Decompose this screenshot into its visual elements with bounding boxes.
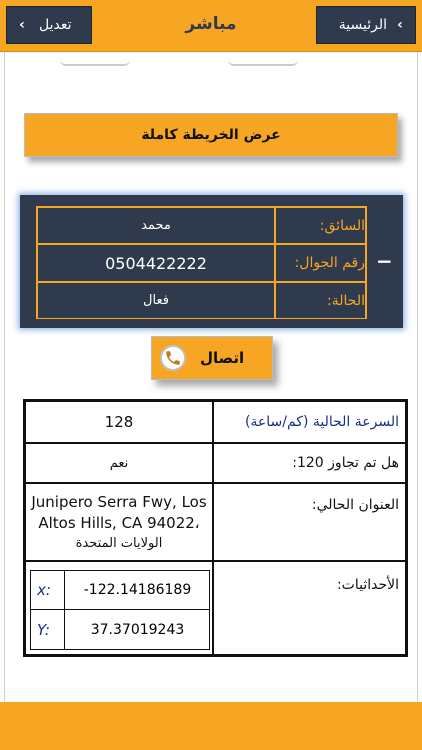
driver-row-status: الحالة: فعال [37, 282, 366, 319]
exceeded-label: هل تم تجاوز 120: [292, 455, 399, 471]
call-button[interactable]: اتصال [151, 336, 273, 380]
full-map-button-label: عرض الخريطة كاملة [141, 127, 281, 143]
edit-button-label: تعديل [39, 17, 72, 33]
phone-icon [160, 345, 186, 371]
y-label: Y: [31, 610, 65, 650]
call-button-label: اتصال [200, 349, 245, 367]
bottom-bar [0, 702, 422, 750]
x-value: -122.14186189 [65, 571, 210, 610]
decorative-tab-right [228, 52, 298, 66]
exceeded-label-cell: هل تم تجاوز 120: [213, 443, 406, 483]
driver-name-value: محمد [37, 207, 275, 244]
coordinates-value-cell: x: -122.14186189 Y: 37.37019243 [25, 561, 213, 655]
driver-phone-label: رقم الجوال: [275, 244, 366, 282]
exceeded-value: نعم [109, 455, 129, 471]
collapse-icon[interactable]: − [376, 249, 393, 273]
full-map-button[interactable]: عرض الخريطة كاملة [24, 113, 398, 157]
address-line-2: Altos Hills, CA 94022، [38, 514, 200, 532]
chevron-left-icon: ‹ [19, 17, 25, 33]
address-line-3: الولايات المتحدة [75, 536, 163, 551]
coordinates-box: x: -122.14186189 Y: 37.37019243 [30, 570, 210, 650]
driver-status-value: فعال [37, 282, 275, 319]
left-edge-line [4, 52, 5, 702]
speed-value-cell: 128 [25, 401, 213, 443]
driver-table: السائق: محمد رقم الجوال: 0504422222 الحا… [36, 206, 367, 319]
decorative-tab-left [60, 52, 130, 66]
edit-button[interactable]: ‹ تعديل [6, 6, 92, 44]
driver-phone-value[interactable]: 0504422222 [37, 244, 275, 282]
speed-label: السرعة الحالية (كم/ساعة) [244, 414, 399, 430]
address-line-1: Junipero Serra Fwy, Los [31, 493, 207, 511]
driver-status-label: الحالة: [275, 282, 366, 319]
coordinates-label: الأحداثيات: [336, 577, 399, 593]
driver-row-phone: رقم الجوال: 0504422222 [37, 244, 366, 282]
address-value-cell: Junipero Serra Fwy, Los Altos Hills, CA … [25, 483, 213, 561]
driver-panel: السائق: محمد رقم الجوال: 0504422222 الحا… [20, 195, 403, 328]
driver-name-label: السائق: [275, 207, 366, 244]
speed-label-cell: السرعة الحالية (كم/ساعة) [213, 401, 406, 443]
x-label: x: [31, 571, 65, 610]
vehicle-info-table: 128 السرعة الحالية (كم/ساعة) نعم هل تم ت… [23, 399, 408, 657]
coordinates-label-cell: الأحداثيات: [213, 561, 406, 655]
address-label: العنوان الحالي: [311, 497, 399, 513]
top-bar: › الرئيسية مباشر ‹ تعديل [0, 0, 422, 52]
speed-value: 128 [104, 413, 134, 431]
address-label-cell: العنوان الحالي: [213, 483, 406, 561]
y-value: 37.37019243 [90, 622, 185, 638]
exceeded-value-cell: نعم [25, 443, 213, 483]
right-edge-line [417, 52, 418, 702]
driver-row-name: السائق: محمد [37, 207, 366, 244]
